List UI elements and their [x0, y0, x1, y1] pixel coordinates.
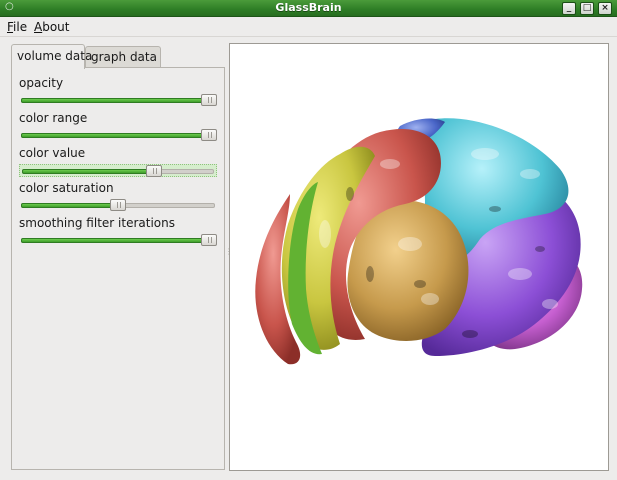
- slider-handle[interactable]: [110, 199, 126, 211]
- minimize-button[interactable]: _: [562, 2, 576, 15]
- smoothing-label: smoothing filter iterations: [19, 216, 175, 230]
- 3d-viewport[interactable]: [229, 43, 609, 471]
- slider-handle[interactable]: [146, 165, 162, 177]
- slider-fill: [21, 238, 209, 243]
- menubar: File About: [0, 17, 617, 37]
- color-value-label: color value: [19, 146, 86, 160]
- opacity-label: opacity: [19, 76, 64, 90]
- color-saturation-label: color saturation: [19, 181, 114, 195]
- slider-handle[interactable]: [201, 129, 217, 141]
- color-value-slider[interactable]: [19, 164, 217, 177]
- slider-fill: [21, 98, 209, 103]
- slider-fill: [22, 169, 154, 174]
- tab-graph-data[interactable]: graph data: [85, 46, 161, 68]
- brain-render: [255, 118, 583, 365]
- slider-handle[interactable]: [201, 234, 217, 246]
- color-range-label: color range: [19, 111, 88, 125]
- menu-file[interactable]: File: [7, 20, 27, 34]
- window-title: GlassBrain: [275, 1, 342, 14]
- color-saturation-slider[interactable]: [19, 199, 217, 211]
- volume-data-panel: opacity color range color value color sa…: [11, 67, 225, 470]
- title-bar[interactable]: ○ GlassBrain _ □ ×: [0, 0, 617, 17]
- maximize-button[interactable]: □: [580, 2, 594, 15]
- slider-fill: [21, 203, 118, 208]
- opacity-slider[interactable]: [19, 94, 217, 106]
- tab-volume-data[interactable]: volume data: [11, 44, 92, 69]
- smoothing-slider[interactable]: [19, 234, 217, 246]
- app-window: ○ GlassBrain _ □ × File About volume dat…: [0, 0, 617, 480]
- slider-handle[interactable]: [201, 94, 217, 106]
- color-range-slider[interactable]: [19, 129, 217, 141]
- menu-about[interactable]: About: [34, 20, 70, 34]
- slider-fill: [21, 133, 209, 138]
- close-button[interactable]: ×: [598, 2, 612, 15]
